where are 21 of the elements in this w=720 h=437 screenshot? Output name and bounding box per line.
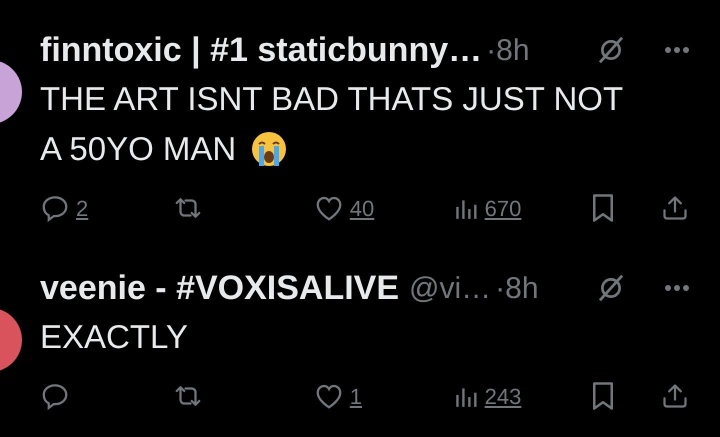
like-count[interactable]: 40 xyxy=(350,192,374,224)
user-name[interactable]: finntoxic | #1 staticbunny… xyxy=(40,24,482,76)
like-count[interactable]: 1 xyxy=(350,380,362,412)
slashed-circle-icon xyxy=(596,272,626,304)
tweet-text-line: EXACTLY xyxy=(40,317,188,357)
user-name[interactable]: veenie - #VOXISALIVE xyxy=(40,262,400,314)
timestamp[interactable]: ·8h xyxy=(486,28,530,72)
tweet-text-line: A 50YO MAN xyxy=(40,129,236,169)
heart-icon[interactable] xyxy=(314,194,344,222)
views-count[interactable]: 243 xyxy=(484,380,522,412)
user-handle[interactable]: @vi… xyxy=(409,266,492,310)
reply-count[interactable]: 2 xyxy=(76,192,88,224)
share-icon[interactable] xyxy=(660,194,689,222)
slashed-circle-icon xyxy=(596,34,626,66)
more-icon[interactable] xyxy=(664,46,690,54)
heart-icon[interactable] xyxy=(314,382,344,410)
share-icon[interactable] xyxy=(660,382,689,410)
timestamp[interactable]: ·8h xyxy=(495,266,539,310)
more-icon[interactable] xyxy=(664,284,690,292)
tweet-text-line: THE ART ISNT BAD THATS JUST NOT xyxy=(40,79,624,119)
views-count[interactable]: 670 xyxy=(484,192,522,224)
